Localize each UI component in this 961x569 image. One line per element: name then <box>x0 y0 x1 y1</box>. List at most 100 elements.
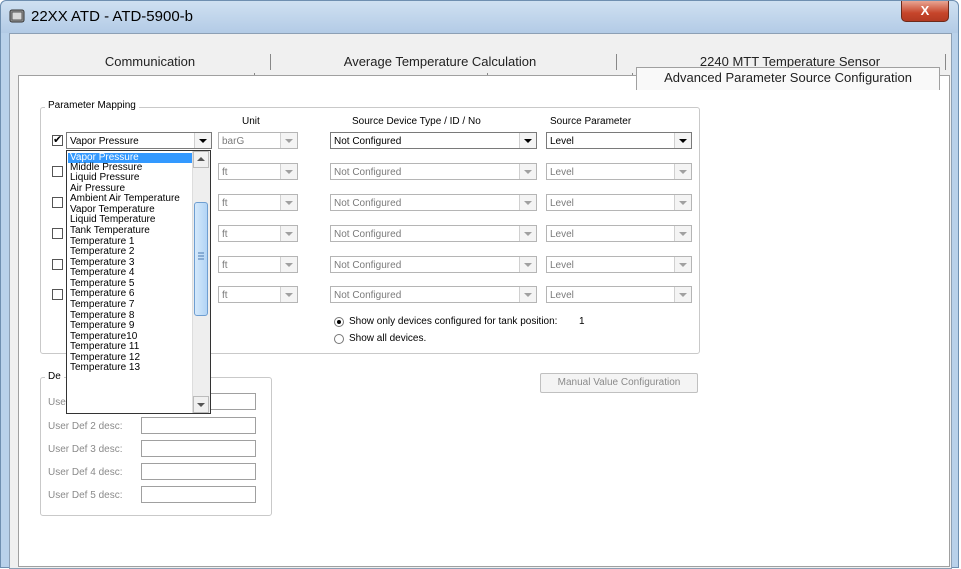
parameter-mapping-title: Parameter Mapping <box>45 100 139 111</box>
source-parameter-combo[interactable]: Level <box>546 286 692 303</box>
dropdown-option[interactable]: Temperature 13 <box>68 363 196 373</box>
source-device-value: Not Configured <box>334 198 402 209</box>
parameter-combo-value: Vapor Pressure <box>70 136 139 147</box>
chevron-down-icon[interactable] <box>519 133 536 148</box>
unit-combo[interactable]: ft <box>218 286 298 303</box>
source-parameter-combo[interactable]: Level <box>546 256 692 273</box>
chevron-down-icon <box>674 164 691 179</box>
manual-value-configuration-button[interactable]: Manual Value Configuration <box>540 373 698 393</box>
dropdown-scrollbar[interactable] <box>192 151 210 413</box>
scroll-thumb[interactable] <box>194 202 208 316</box>
user-def-2-input[interactable] <box>141 417 256 434</box>
chevron-down-icon <box>280 133 297 148</box>
chevron-up-icon <box>197 157 205 161</box>
unit-combo[interactable]: ft <box>218 225 298 242</box>
chevron-down-icon <box>519 164 536 179</box>
chevron-down-icon <box>674 257 691 272</box>
tank-app-icon <box>9 9 25 23</box>
tab-average-temperature-calculation[interactable]: Average Temperature Calculation <box>310 52 570 72</box>
tank-position-value: 1 <box>579 316 585 327</box>
tab-separator <box>270 54 271 70</box>
title-bar: 22XX ATD - ATD-5900-b X <box>1 1 958 33</box>
mapping-row-checkbox[interactable]: ✔ <box>52 135 63 146</box>
unit-header: Unit <box>242 116 260 127</box>
source-device-combo[interactable]: Not Configured <box>330 256 537 273</box>
close-button[interactable]: X <box>901 1 949 22</box>
dropdown-option[interactable]: Temperature 7 <box>68 300 196 310</box>
unit-combo[interactable]: ft <box>218 194 298 211</box>
source-device-combo[interactable]: Not Configured <box>330 286 537 303</box>
user-def-2-label: User Def 2 desc: <box>48 421 123 432</box>
chevron-down-icon <box>519 257 536 272</box>
chevron-down-icon[interactable] <box>674 133 691 148</box>
dropdown-option[interactable]: Liquid Pressure <box>68 173 196 183</box>
window-title: 22XX ATD - ATD-5900-b <box>31 8 194 25</box>
tab-advanced-parameter-source-configuration[interactable]: Advanced Parameter Source Configuration <box>636 67 940 90</box>
mapping-row-checkbox[interactable] <box>52 259 63 270</box>
user-def-4-input[interactable] <box>141 463 256 480</box>
chevron-down-icon <box>280 164 297 179</box>
dropdown-option[interactable]: Temperature 2 <box>68 247 196 257</box>
mapping-row-checkbox[interactable] <box>52 228 63 239</box>
source-device-value: Not Configured <box>334 229 402 240</box>
chevron-down-icon <box>674 226 691 241</box>
radio-label-tank-position: Show only devices configured for tank po… <box>349 316 558 327</box>
user-def-5-input[interactable] <box>141 486 256 503</box>
user-def-5-label: User Def 5 desc: <box>48 490 123 501</box>
source-device-header: Source Device Type / ID / No <box>352 116 481 127</box>
user-def-3-label: User Def 3 desc: <box>48 444 123 455</box>
mapping-row-checkbox[interactable] <box>52 289 63 300</box>
source-parameter-combo[interactable]: Level <box>546 194 692 211</box>
grip-icon <box>198 252 204 260</box>
source-parameter-combo[interactable]: Level <box>546 132 692 149</box>
source-parameter-value: Level <box>550 198 574 209</box>
chevron-down-icon <box>674 287 691 302</box>
scroll-down-button[interactable] <box>193 396 209 413</box>
source-device-combo[interactable]: Not Configured <box>330 132 537 149</box>
source-device-combo[interactable]: Not Configured <box>330 194 537 211</box>
tab-separator <box>616 54 617 70</box>
unit-combo-value: ft <box>222 229 228 240</box>
source-parameter-value: Level <box>550 136 574 147</box>
chevron-down-icon <box>674 195 691 210</box>
parameter-combo[interactable]: Vapor Pressure <box>66 132 212 149</box>
user-defined-title: De <box>45 371 64 382</box>
source-parameter-header: Source Parameter <box>550 116 632 127</box>
chevron-down-icon[interactable] <box>194 133 211 148</box>
source-device-combo[interactable]: Not Configured <box>330 225 537 242</box>
source-parameter-combo[interactable]: Level <box>546 163 692 180</box>
dropdown-option[interactable]: Ambient Air Temperature <box>68 194 196 204</box>
source-device-value: Not Configured <box>334 167 402 178</box>
radio-show-all-devices[interactable] <box>334 334 344 344</box>
dropdown-option[interactable]: Liquid Temperature <box>68 215 196 225</box>
chevron-down-icon <box>280 257 297 272</box>
user-def-3-input[interactable] <box>141 440 256 457</box>
mapping-row-checkbox[interactable] <box>52 166 63 177</box>
dropdown-option[interactable]: Temperature 6 <box>68 289 196 299</box>
tab-separator <box>945 54 946 70</box>
unit-combo-value: ft <box>222 167 228 178</box>
unit-combo-value: ft <box>222 198 228 209</box>
source-device-value: Not Configured <box>334 290 402 301</box>
scroll-up-button[interactable] <box>193 151 209 168</box>
unit-combo[interactable]: barG <box>218 132 298 149</box>
source-parameter-value: Level <box>550 260 574 271</box>
dropdown-option[interactable]: Temperature 9 <box>68 321 196 331</box>
unit-combo-value: ft <box>222 290 228 301</box>
parameter-dropdown-list[interactable]: Vapor Pressure Middle Pressure Liquid Pr… <box>66 150 211 414</box>
source-parameter-value: Level <box>550 290 574 301</box>
dropdown-option[interactable]: Temperature 4 <box>68 268 196 278</box>
unit-combo[interactable]: ft <box>218 163 298 180</box>
chevron-down-icon <box>519 287 536 302</box>
dropdown-option[interactable]: Temperature 11 <box>68 342 196 352</box>
tab-communication[interactable]: Communication <box>60 52 240 72</box>
unit-combo-value: ft <box>222 260 228 271</box>
unit-combo[interactable]: ft <box>218 256 298 273</box>
user-def-4-label: User Def 4 desc: <box>48 467 123 478</box>
source-parameter-value: Level <box>550 167 574 178</box>
radio-show-tank-position-devices[interactable] <box>334 317 344 327</box>
mapping-row-checkbox[interactable] <box>52 197 63 208</box>
source-device-combo[interactable]: Not Configured <box>330 163 537 180</box>
dropdown-option[interactable]: Tank Temperature <box>68 226 196 236</box>
source-parameter-combo[interactable]: Level <box>546 225 692 242</box>
